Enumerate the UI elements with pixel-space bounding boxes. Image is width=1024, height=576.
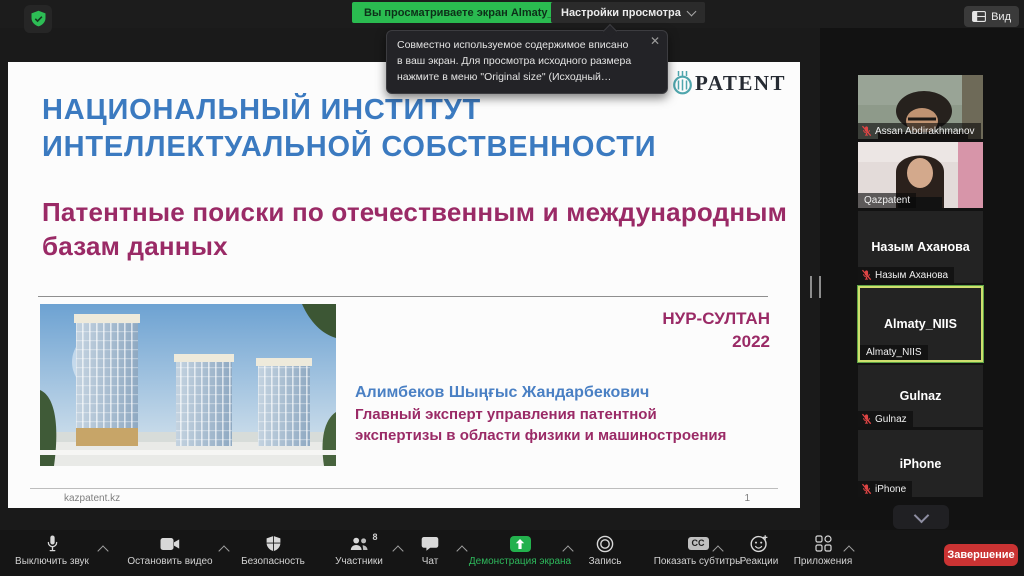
building-image [40,304,336,466]
author-role-line1: Главный эксперт управления патентной [355,404,726,425]
panel-resize-handle[interactable] [810,276,821,298]
participant-label: iPhone [858,481,912,497]
slide-author-block: Алимбеков Шыңғыс Жандарбекович Главный э… [355,382,726,446]
slide-title: НАЦИОНАЛЬНЫЙ ИНСТИТУТ ИНТЕЛЛЕКТУАЛЬНОЙ С… [42,92,656,165]
muted-mic-icon [861,269,872,281]
participant-display-name: Назым Аханова [858,240,983,254]
meeting-toolbar: Выключить звук Остановить видео Безопасн… [0,530,1024,576]
logo-patent-text: PATENT [695,71,786,96]
participants-options-chevron[interactable] [392,545,403,556]
muted-mic-icon [861,483,872,495]
chevron-down-icon [686,6,696,16]
shield-check-icon [30,10,47,28]
view-grid-icon [972,11,986,22]
participant-label: Assan Abdirakhmanov [858,123,981,139]
participant-tile-assan[interactable]: Assan Abdirakhmanov [858,75,983,139]
end-meeting-button[interactable]: Завершение [944,544,1018,566]
participant-display-name: Almaty_NIIS [860,317,981,331]
slide-divider-bottom [30,488,778,489]
chevron-down-icon [913,507,929,523]
record-icon [596,535,614,553]
stop-video-button[interactable]: Остановить видео [114,534,226,567]
security-button[interactable]: Безопасность [234,534,312,567]
reactions-button[interactable]: Реакции [733,534,785,567]
participant-tile-nazym[interactable]: Назым Аханова Назым Аханова [858,211,983,283]
participants-button[interactable]: 8 Участники [324,534,394,567]
chat-button[interactable]: Чат [406,534,454,567]
tooltip-text-line1: Совместно используемое содержимое вписан… [397,38,643,54]
participant-tile-almaty-niis-active[interactable]: Almaty_NIIS Almaty_NIIS [858,286,983,362]
participant-label: Almaty_NIIS [860,345,928,360]
participant-display-name: iPhone [858,457,983,471]
slide-footer-site: kazpatent.kz [64,493,120,504]
mute-button[interactable]: Выключить звук [4,534,100,567]
kazpatent-emblem-icon [672,70,693,96]
participant-label: Qazpatent [858,193,916,208]
apps-icon [815,535,832,552]
participant-tile-gulnaz[interactable]: Gulnaz Gulnaz [858,365,983,427]
slide-subtitle: Патентные поиски по отечественным и межд… [42,196,787,264]
author-name: Алимбеков Шыңғыс Жандарбекович [355,382,726,404]
security-shield-button[interactable] [24,5,52,33]
tooltip-text-line2: в ваш экран. Для просмотра исходного раз… [397,54,643,70]
author-role-line2: экспертизы в области физики и машиностро… [355,425,726,446]
slide-page-number: 1 [744,493,750,504]
zoom-meeting-window: Вы просматриваете экран Almaty_NIIS Наст… [0,0,1024,576]
closed-captions-icon: CC [688,537,709,550]
muted-mic-icon [861,413,872,425]
slide-divider-top [38,296,768,297]
view-button[interactable]: Вид [964,6,1019,27]
fit-to-screen-tooltip: ✕ Совместно используемое содержимое впис… [386,30,668,94]
participant-label: Назым Аханова [858,267,954,283]
view-label: Вид [991,11,1011,23]
view-settings-button[interactable]: Настройки просмотра [551,2,705,23]
participant-label: Gulnaz [858,411,913,427]
participants-count-badge: 8 [372,532,377,542]
microphone-icon [45,534,60,553]
camera-icon [160,537,180,551]
view-settings-label: Настройки просмотра [561,7,681,19]
participant-tile-qazpatent[interactable]: Qazpatent [858,142,983,208]
slide-location-year: НУР-СУЛТАН 2022 [662,308,770,354]
security-shield-icon [265,535,282,553]
reactions-smiley-icon [750,534,769,553]
share-screen-icon [510,536,531,552]
muted-mic-icon [861,125,872,137]
record-button[interactable]: Запись [577,534,633,567]
collapse-participants-button[interactable] [893,505,949,529]
tooltip-text-line3: нажмите в меню "Original size" (Исходный… [397,70,643,86]
shared-screen-slide: KAZ PATENT НАЦИОНАЛЬНЫЙ ИНСТИТУТ ИНТЕЛЛЕ… [8,62,800,508]
tooltip-close-icon[interactable]: ✕ [650,35,660,47]
participant-display-name: Gulnaz [858,389,983,403]
participants-icon [350,536,369,552]
chat-icon [421,536,439,552]
participant-tile-iphone[interactable]: iPhone iPhone [858,430,983,497]
